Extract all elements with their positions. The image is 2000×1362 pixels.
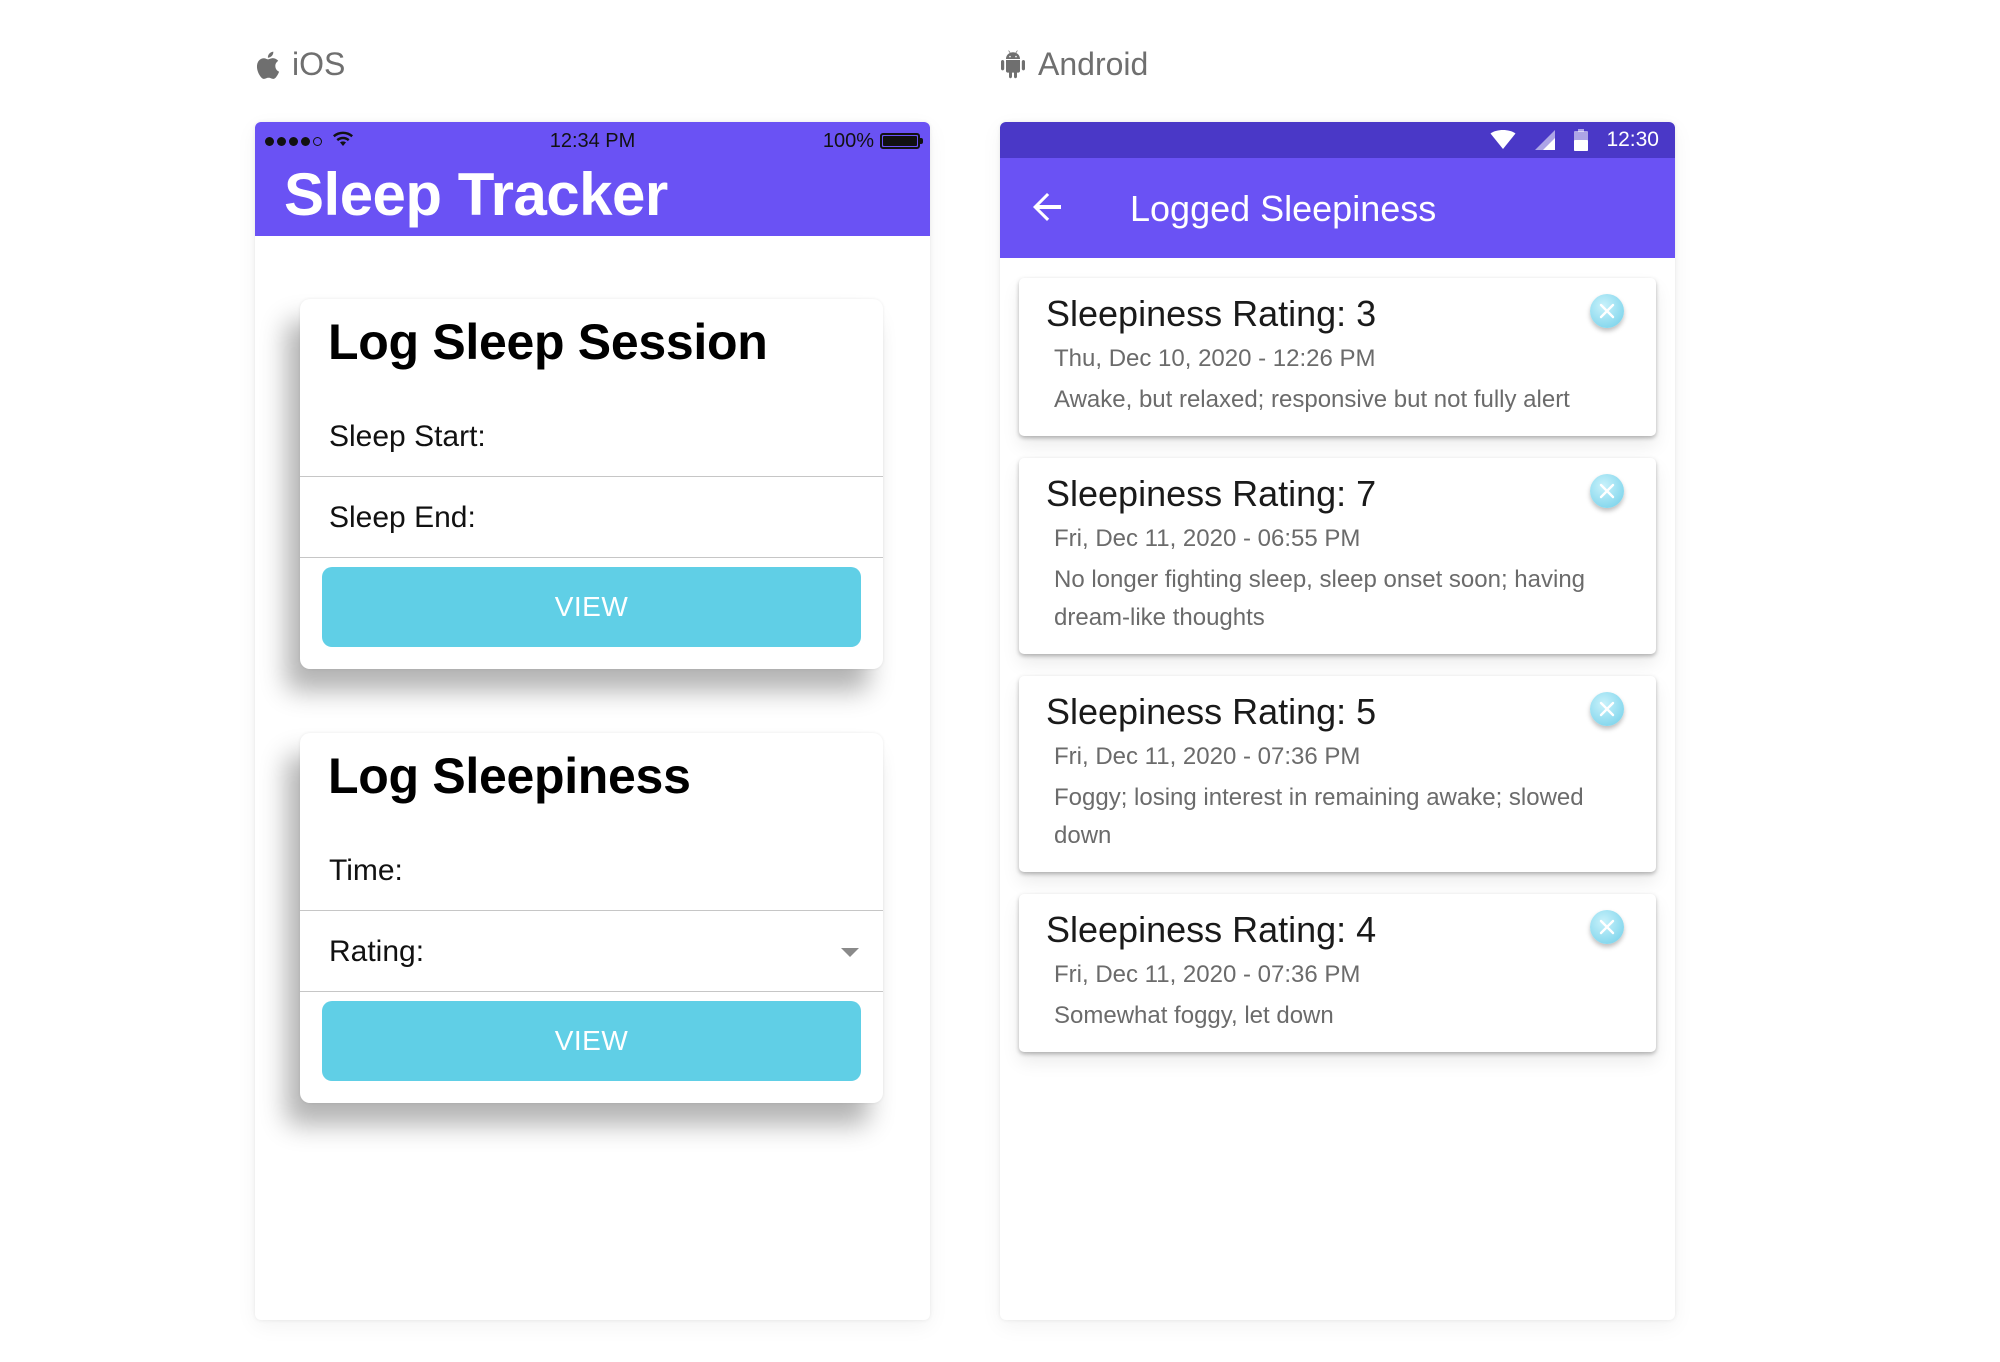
- rating-description: Foggy; losing interest in remaining awak…: [1054, 784, 1584, 849]
- ios-navigation-header: 12:34 PM 100% Sleep Tracker: [255, 122, 930, 236]
- signal-strength-icon: [265, 136, 322, 146]
- log-sleep-session-card: Log Sleep Session Sleep Start: Sleep End…: [300, 299, 883, 669]
- close-icon: [1599, 701, 1615, 717]
- sleep-start-label: Sleep Start:: [329, 419, 486, 453]
- time-label: Time:: [329, 853, 403, 887]
- list-item[interactable]: Sleepiness Rating: 4 Fri, Dec 11, 2020 -…: [1019, 894, 1656, 1052]
- sleep-end-label: Sleep End:: [329, 500, 476, 534]
- battery-icon: [1574, 129, 1589, 151]
- app-title: Sleep Tracker: [284, 161, 668, 228]
- delete-entry-button[interactable]: [1590, 692, 1624, 726]
- android-icon: [1000, 49, 1026, 80]
- list-item[interactable]: Sleepiness Rating: 7 Fri, Dec 11, 2020 -…: [1019, 458, 1656, 654]
- delete-entry-button[interactable]: [1590, 474, 1624, 508]
- wifi-icon: [332, 130, 354, 153]
- screenshot-canvas: iOS Android 12:34 PM 100% Sleep Tracker …: [0, 0, 2000, 1362]
- card-title: Log Sleepiness: [328, 748, 691, 804]
- ios-phone-screen: 12:34 PM 100% Sleep Tracker Log Sleep Se…: [255, 122, 930, 1320]
- rating-title: Sleepiness Rating: 5: [1046, 691, 1377, 732]
- battery-icon: [880, 133, 923, 149]
- close-icon: [1599, 483, 1615, 499]
- android-status-bar: 12:30: [1000, 122, 1675, 158]
- list-item[interactable]: Sleepiness Rating: 5 Fri, Dec 11, 2020 -…: [1019, 676, 1656, 872]
- android-label-text: Android: [1038, 46, 1149, 82]
- rating-label: Rating:: [329, 934, 425, 968]
- screen-title: Logged Sleepiness: [1130, 188, 1437, 229]
- delete-entry-button[interactable]: [1590, 294, 1624, 328]
- chevron-down-icon: [841, 948, 859, 957]
- rating-title: Sleepiness Rating: 3: [1046, 293, 1377, 334]
- rating-title: Sleepiness Rating: 4: [1046, 909, 1377, 950]
- ios-label-text: iOS: [292, 46, 346, 82]
- ios-status-bar: 12:34 PM 100%: [265, 127, 923, 155]
- close-icon: [1599, 919, 1615, 935]
- close-icon: [1599, 303, 1615, 319]
- view-sleepiness-button[interactable]: VIEW: [322, 1001, 861, 1081]
- cellular-signal-icon: [1534, 130, 1556, 150]
- android-app-bar: Logged Sleepiness: [1000, 158, 1675, 258]
- card-title: Log Sleep Session: [328, 314, 768, 370]
- rating-description: No longer fighting sleep, sleep onset so…: [1054, 566, 1586, 631]
- ios-status-time: 12:34 PM: [549, 129, 636, 152]
- time-field[interactable]: Time:: [300, 831, 883, 911]
- rating-date: Fri, Dec 11, 2020 - 07:36 PM: [1054, 743, 1361, 770]
- apple-icon: [254, 50, 280, 80]
- wifi-icon: [1490, 130, 1516, 150]
- back-arrow-icon[interactable]: [1030, 190, 1064, 229]
- battery-percentage: 100%: [822, 129, 874, 152]
- list-item[interactable]: Sleepiness Rating: 3 Thu, Dec 10, 2020 -…: [1019, 278, 1656, 436]
- log-sleepiness-card: Log Sleepiness Time: Rating: VIEW: [300, 733, 883, 1103]
- rating-date: Fri, Dec 11, 2020 - 07:36 PM: [1054, 961, 1361, 988]
- rating-date: Thu, Dec 10, 2020 - 12:26 PM: [1054, 345, 1376, 372]
- rating-select[interactable]: Rating:: [300, 912, 883, 992]
- view-sleep-sessions-button[interactable]: VIEW: [322, 567, 861, 647]
- rating-date: Fri, Dec 11, 2020 - 06:55 PM: [1054, 525, 1361, 552]
- rating-title: Sleepiness Rating: 7: [1046, 473, 1377, 514]
- sleep-end-field[interactable]: Sleep End:: [300, 478, 883, 558]
- rating-description: Somewhat foggy, let down: [1054, 1002, 1334, 1029]
- android-status-time: 12:30: [1606, 128, 1659, 151]
- android-platform-label: Android: [1000, 46, 1148, 83]
- delete-entry-button[interactable]: [1590, 910, 1624, 944]
- ios-platform-label: iOS: [254, 46, 345, 83]
- sleep-start-field[interactable]: Sleep Start:: [300, 397, 883, 477]
- android-phone-screen: 12:30 Logged Sleepiness Sleepiness Ratin…: [1000, 122, 1675, 1320]
- rating-description: Awake, but relaxed; responsive but not f…: [1054, 386, 1570, 413]
